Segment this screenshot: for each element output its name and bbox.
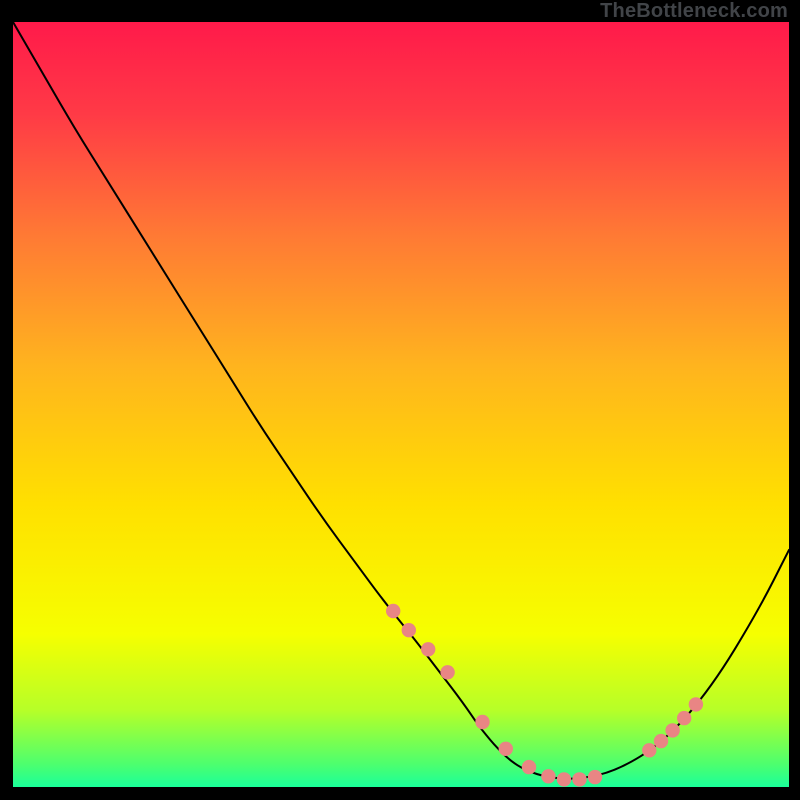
curve-marker [665,723,679,737]
curve-marker [522,760,536,774]
gradient-background [13,22,789,787]
curve-marker [557,772,571,786]
chart-svg [13,22,789,787]
curve-marker [421,642,435,656]
curve-marker [588,770,602,784]
curve-marker [440,665,454,679]
curve-marker [475,715,489,729]
curve-marker [642,743,656,757]
curve-marker [386,604,400,618]
curve-marker [677,711,691,725]
curve-marker [402,623,416,637]
curve-marker [499,742,513,756]
curve-marker [572,772,586,786]
watermark-text: TheBottleneck.com [600,0,788,23]
plot-area [13,22,789,787]
curve-marker [541,769,555,783]
chart-stage: TheBottleneck.com [0,0,800,800]
curve-marker [689,697,703,711]
curve-marker [654,734,668,748]
